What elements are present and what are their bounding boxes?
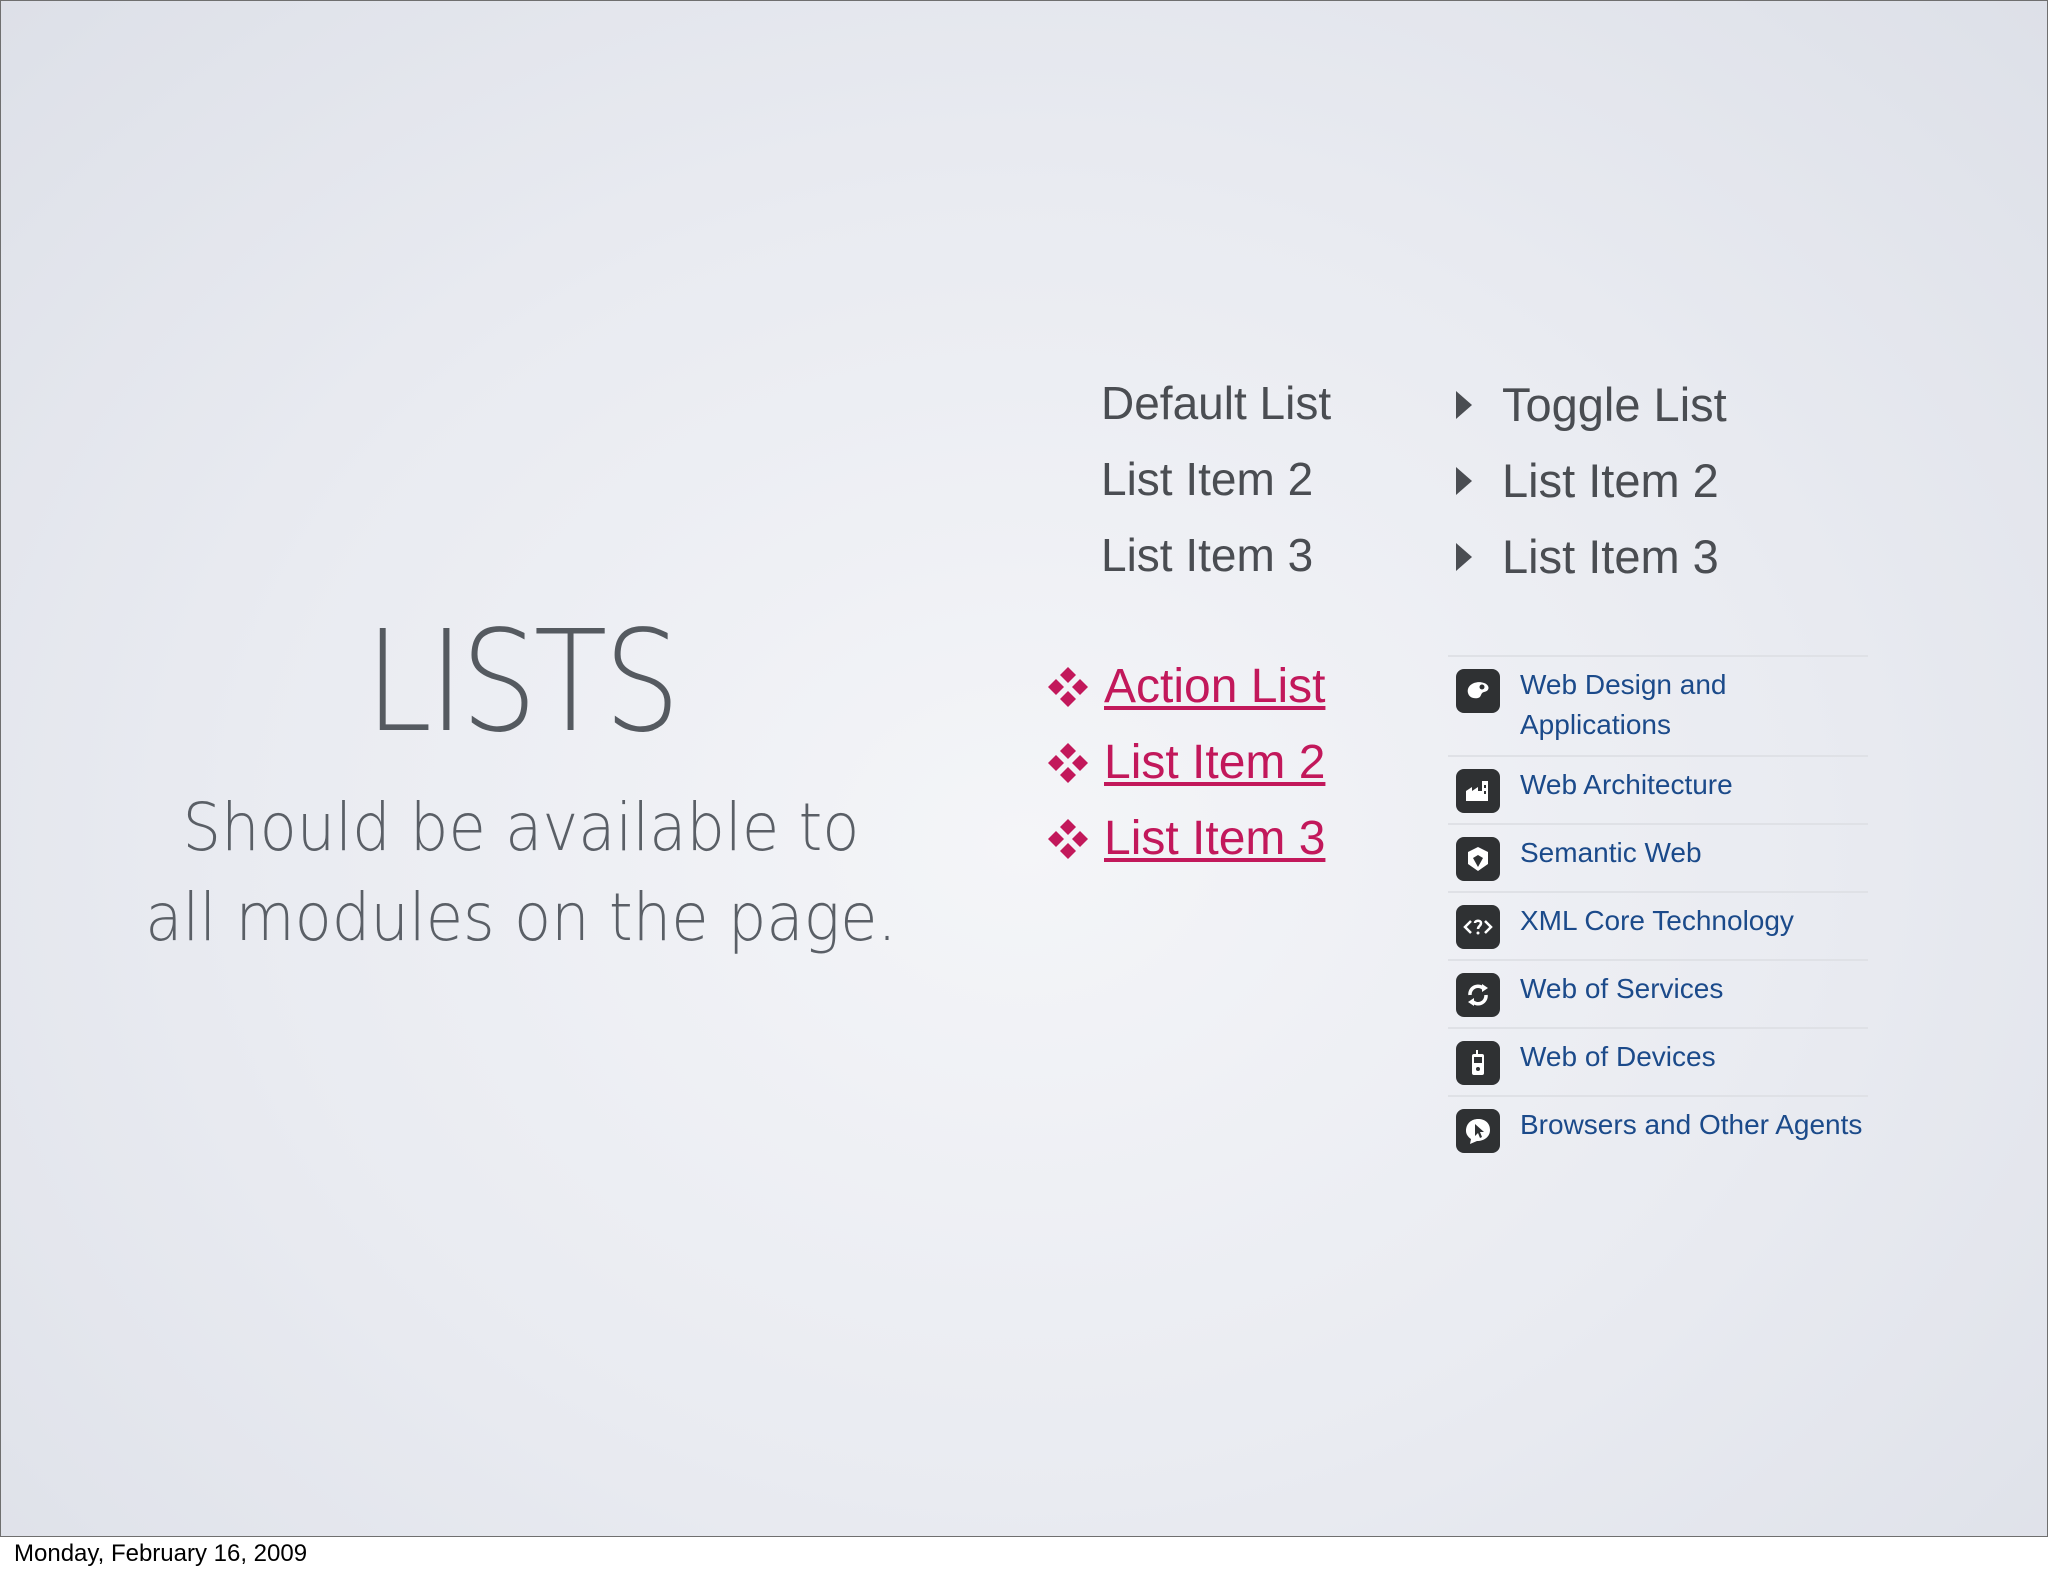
default-list: Default List List Item 2 List Item 3 [1101,365,1331,593]
w3c-topic-item[interactable]: Semantic Web [1448,823,1868,891]
slide-title: LISTS [365,601,680,764]
action-list-link[interactable]: Action List [1104,649,1325,725]
cube-icon [1456,837,1500,881]
w3c-topic-link[interactable]: Web of Devices [1520,1037,1716,1077]
toggle-list: Toggle List List Item 2 List Item 3 [1456,367,1727,595]
toggle-list-item[interactable]: Toggle List [1456,367,1727,443]
diamonds-icon [1048,819,1088,859]
speech-cursor-icon [1456,1109,1500,1153]
toggle-item-label: Toggle List [1502,378,1727,431]
xml-icon [1456,905,1500,949]
cycle-icon [1456,973,1500,1017]
toggle-item-label: List Item 3 [1502,530,1719,583]
w3c-topic-item[interactable]: Web Design and Applications [1448,655,1868,755]
building-icon [1456,769,1500,813]
w3c-topic-link[interactable]: Web Architecture [1520,765,1733,805]
diamonds-icon [1048,743,1088,783]
palette-icon [1456,669,1500,713]
default-list-item: Default List [1101,377,1332,429]
action-list-link[interactable]: List Item 3 [1104,801,1325,877]
w3c-topic-list: Web Design and Applications Web Architec… [1448,655,1868,1163]
phone-icon [1456,1041,1500,1085]
toggle-list-item[interactable]: List Item 2 [1456,443,1727,519]
w3c-topic-link[interactable]: Web Design and Applications [1520,665,1868,745]
w3c-topic-item[interactable]: Web Architecture [1448,755,1868,823]
w3c-topic-item[interactable]: Browsers and Other Agents [1448,1095,1868,1163]
w3c-topic-item[interactable]: Web of Services [1448,959,1868,1027]
footer-date: Monday, February 16, 2009 [14,1540,308,1567]
toggle-item-label: List Item 2 [1502,454,1719,507]
action-list: Action List List Item 2 List Item 3 [1046,649,1325,877]
default-list-item: List Item 3 [1101,529,1314,581]
action-list-item: Action List [1046,649,1325,725]
w3c-topic-item[interactable]: XML Core Technology [1448,891,1868,959]
slide: LISTS Should be available to all modules… [0,0,2048,1537]
w3c-topic-link[interactable]: Browsers and Other Agents [1520,1105,1862,1145]
toggle-list-item[interactable]: List Item 3 [1456,519,1727,595]
default-list-item: List Item 2 [1101,453,1314,505]
w3c-topic-link[interactable]: Semantic Web [1520,833,1702,873]
triangle-right-icon[interactable] [1456,391,1472,419]
diamonds-icon [1048,667,1088,707]
w3c-topic-link[interactable]: Web of Services [1520,969,1723,1009]
w3c-topic-link[interactable]: XML Core Technology [1520,901,1794,941]
slide-subtitle: Should be available to all modules on th… [145,789,897,956]
action-list-item: List Item 3 [1046,801,1325,877]
triangle-right-icon[interactable] [1456,467,1472,495]
w3c-topic-item[interactable]: Web of Devices [1448,1027,1868,1095]
action-list-item: List Item 2 [1046,725,1325,801]
action-list-link[interactable]: List Item 2 [1104,725,1325,801]
triangle-right-icon[interactable] [1456,543,1472,571]
